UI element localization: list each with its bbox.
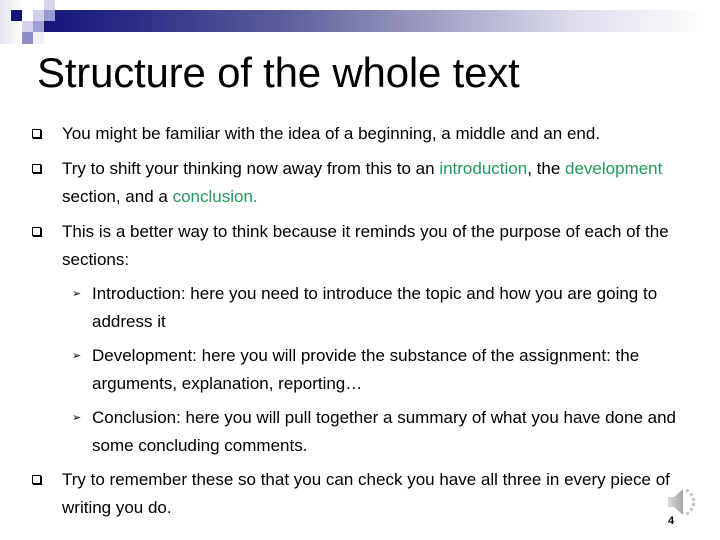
keyword-development: development bbox=[565, 159, 663, 178]
header-decoration-square bbox=[33, 32, 44, 44]
header-decoration-square bbox=[22, 32, 33, 44]
header-gradient-bar bbox=[44, 10, 720, 32]
bullet-item: Try to shift your thinking now away from… bbox=[32, 155, 712, 211]
arrowhead-bullet-icon: ➢ bbox=[72, 350, 82, 362]
slide: Structure of the whole text You might be… bbox=[0, 0, 720, 540]
bullet-text: Try to shift your thinking now away from… bbox=[62, 159, 440, 178]
hollow-square-bullet-icon bbox=[32, 475, 41, 484]
bullet-text: , the bbox=[527, 159, 566, 178]
hollow-square-bullet-icon bbox=[32, 129, 41, 138]
keyword-introduction: introduction bbox=[439, 159, 528, 178]
bullet-item: You might be familiar with the idea of a… bbox=[32, 120, 712, 148]
bullet-text: You might be familiar with the idea of a… bbox=[62, 124, 601, 143]
bullet-item: Try to remember these so that you can ch… bbox=[32, 466, 712, 522]
arrowhead-bullet-icon: ➢ bbox=[72, 288, 82, 300]
hollow-square-bullet-icon bbox=[32, 164, 41, 173]
keyword-conclusion: conclusion. bbox=[172, 187, 258, 206]
bullet-text: Try to remember these so that you can ch… bbox=[62, 470, 670, 517]
bullet-item: This is a better way to think because it… bbox=[32, 218, 712, 274]
sub-bullet-text: Introduction: here you need to introduce… bbox=[92, 284, 658, 331]
arrowhead-bullet-icon: ➢ bbox=[72, 412, 82, 424]
header-decoration-square bbox=[33, 10, 44, 21]
sub-bullet-item: ➢ Conclusion: here you will pull togethe… bbox=[32, 404, 712, 460]
slide-title: Structure of the whole text bbox=[37, 49, 520, 96]
header-decoration-square bbox=[44, 10, 55, 21]
header-decoration-square bbox=[44, 0, 55, 10]
sound-waves bbox=[685, 488, 696, 516]
speaker-body bbox=[668, 489, 683, 515]
sub-bullet-item: ➢ Development: here you will provide the… bbox=[32, 342, 712, 398]
sub-bullet-text: Development: here you will provide the s… bbox=[92, 346, 640, 393]
header-decoration-square bbox=[33, 21, 44, 32]
hollow-square-bullet-icon bbox=[32, 227, 41, 236]
bullet-text: section, and a bbox=[62, 187, 173, 206]
slide-body: You might be familiar with the idea of a… bbox=[32, 120, 712, 529]
header-decoration-square bbox=[22, 21, 33, 32]
sub-bullet-item: ➢ Introduction: here you need to introdu… bbox=[32, 280, 712, 336]
bullet-text: This is a better way to think because it… bbox=[62, 222, 669, 269]
sub-bullet-list: ➢ Introduction: here you need to introdu… bbox=[32, 280, 712, 460]
sub-bullet-text: Conclusion: here you will pull together … bbox=[92, 408, 677, 455]
header-decoration-square bbox=[11, 10, 22, 21]
slide-number: 4 bbox=[668, 515, 675, 527]
header-decoration-square bbox=[0, 0, 22, 44]
